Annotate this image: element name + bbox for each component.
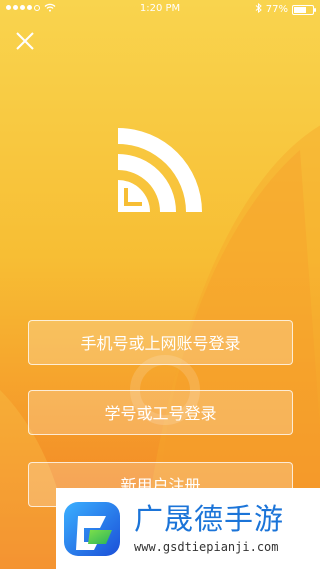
bluetooth-icon (255, 2, 262, 16)
status-right: 77% (255, 2, 316, 16)
battery-percent: 77% (265, 4, 288, 15)
watermark-banner: 广晟德手游 www.gsdtiepianji.com (56, 488, 320, 569)
close-icon (16, 32, 34, 50)
watermark-title: 广晟德手游 (134, 502, 285, 536)
close-button[interactable] (14, 30, 36, 52)
wifi-logo-icon (118, 128, 202, 212)
status-bar: 1:20 PM 77% (0, 0, 320, 18)
watermark-logo-icon (64, 502, 120, 556)
battery-fill (294, 6, 306, 13)
watermark-url: www.gsdtiepianji.com (134, 540, 279, 554)
battery-icon (292, 4, 316, 15)
student-staff-id-login-button[interactable]: 学号或工号登录 (28, 390, 293, 435)
phone-account-login-button[interactable]: 手机号或上网账号登录 (28, 320, 293, 365)
